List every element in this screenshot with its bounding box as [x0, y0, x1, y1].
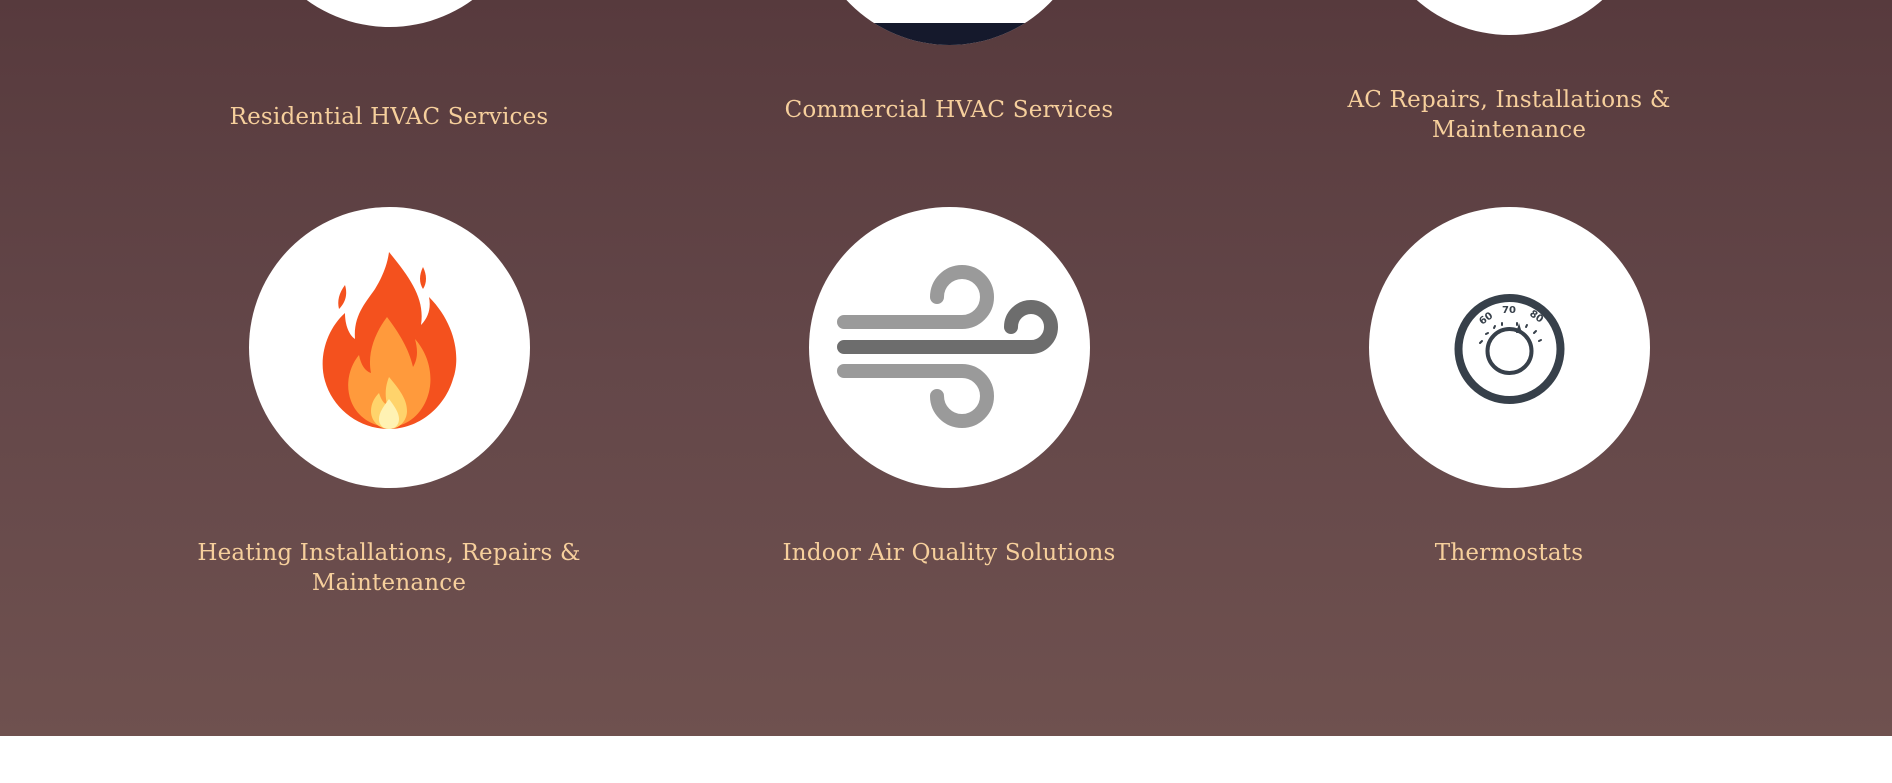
thermostat-icon: 60 70 80	[1454, 294, 1565, 404]
residential-service-circle[interactable]	[249, 0, 530, 27]
building-icon	[809, 23, 1090, 45]
commercial-service-circle[interactable]	[809, 0, 1090, 45]
ac-service-label[interactable]: AC Repairs, Installations & Maintenance	[1299, 85, 1719, 145]
thermostats-service-label[interactable]: Thermostats	[1299, 538, 1719, 568]
heating-service-circle[interactable]	[249, 207, 530, 488]
thermostat-dial-mark-60: 60	[1477, 310, 1495, 327]
wind-icon	[837, 265, 1058, 428]
thermostat-dial-mark-70: 70	[1502, 305, 1516, 316]
commercial-service-label[interactable]: Commercial HVAC Services	[739, 95, 1159, 125]
thermostats-service-circle[interactable]: 60 70 80	[1369, 207, 1650, 488]
services-section: Residential HVAC Services Commercial HVA…	[0, 0, 1892, 736]
house-icon	[249, 0, 530, 27]
air-quality-service-circle[interactable]	[809, 207, 1090, 488]
heating-service-label[interactable]: Heating Installations, Repairs & Mainten…	[179, 538, 599, 598]
residential-service-label[interactable]: Residential HVAC Services	[179, 102, 599, 132]
flame-icon	[322, 252, 457, 429]
page-background-below-section	[0, 736, 1892, 783]
ac-service-circle[interactable]	[1369, 0, 1650, 35]
ac-unit-icon	[1369, 0, 1650, 35]
air-quality-service-label[interactable]: Indoor Air Quality Solutions	[739, 538, 1159, 568]
